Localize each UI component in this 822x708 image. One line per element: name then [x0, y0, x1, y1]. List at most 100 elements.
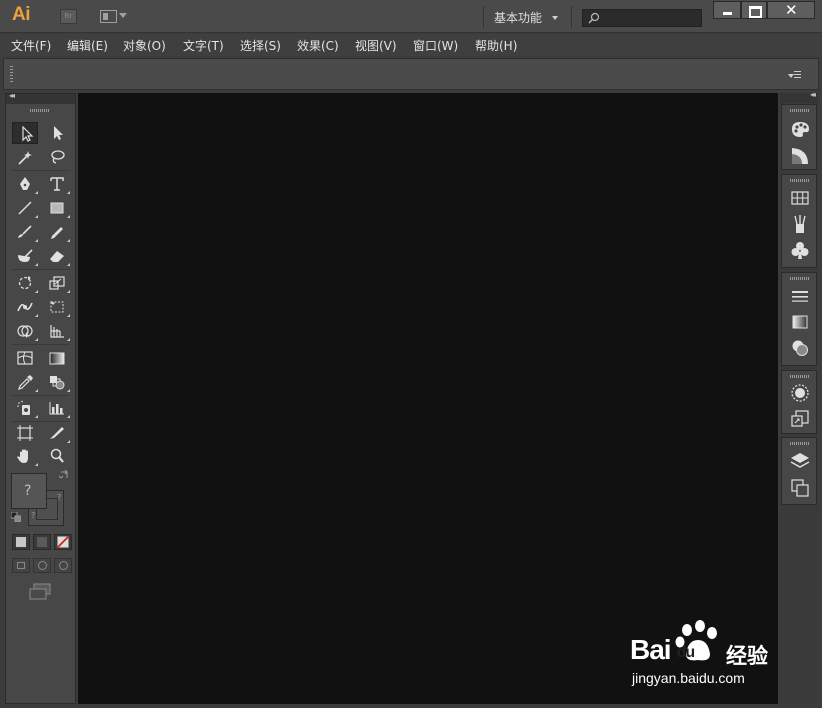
- swap-arrows-icon[interactable]: [59, 470, 69, 480]
- blend-tool[interactable]: [44, 371, 70, 393]
- artboards-panel-button[interactable]: [789, 477, 811, 499]
- workspace-switcher[interactable]: 基本功能: [494, 9, 542, 26]
- rotate-tool[interactable]: [12, 272, 38, 294]
- brushes-panel-button[interactable]: [789, 213, 811, 235]
- width-tool[interactable]: [12, 296, 38, 318]
- line-tool[interactable]: [12, 197, 38, 219]
- width-icon: [17, 302, 33, 312]
- menu-object[interactable]: 对象(O): [123, 37, 166, 54]
- menu-type[interactable]: 文字(T): [183, 37, 224, 54]
- color-guide-icon: [792, 148, 808, 164]
- none-mode-button[interactable]: [54, 534, 72, 550]
- shape-builder-tool[interactable]: [12, 320, 38, 342]
- free-transform-icon: [50, 301, 64, 313]
- slice-tool[interactable]: [44, 422, 70, 444]
- mesh-icon: [17, 351, 33, 365]
- pencil-tool[interactable]: [44, 221, 70, 243]
- fill-swatch[interactable]: ?: [11, 473, 47, 509]
- collapse-bar[interactable]: ◂◂: [6, 91, 75, 104]
- menu-select[interactable]: 选择(S): [240, 37, 281, 54]
- divider: [12, 269, 70, 270]
- transparency-panel-button[interactable]: [789, 337, 811, 359]
- menu-bar: 文件(F) 编辑(E) 对象(O) 文字(T) 选择(S) 效果(C) 视图(V…: [0, 34, 822, 56]
- symbols-panel-button[interactable]: [789, 239, 811, 261]
- menu-window[interactable]: 窗口(W): [413, 37, 458, 54]
- graphic-styles-panel-button[interactable]: [789, 408, 811, 430]
- mesh-tool[interactable]: [12, 347, 38, 369]
- eraser-tool[interactable]: [44, 245, 70, 267]
- rectangle-tool[interactable]: [44, 197, 70, 219]
- eyedropper-tool[interactable]: [12, 371, 38, 393]
- zoom-tool[interactable]: [44, 445, 70, 467]
- column-graph-icon: [49, 402, 64, 415]
- pencil-icon: [51, 227, 63, 239]
- magic-wand-tool[interactable]: [12, 146, 38, 168]
- grip-handle[interactable]: [10, 66, 13, 84]
- minimize-button[interactable]: [713, 1, 741, 19]
- default-colors-icon[interactable]: [11, 512, 21, 522]
- grip-handle[interactable]: [790, 375, 810, 378]
- document-canvas[interactable]: [78, 93, 778, 704]
- gradient-mode-button[interactable]: [33, 534, 51, 550]
- color-guide-panel-button[interactable]: [789, 145, 811, 167]
- gradient-tool[interactable]: [44, 347, 70, 369]
- grip-handle[interactable]: [790, 179, 810, 182]
- hand-tool[interactable]: [12, 445, 38, 467]
- appearance-panel-button[interactable]: [789, 382, 811, 404]
- menu-help[interactable]: 帮助(H): [475, 37, 517, 54]
- direct-selection-tool[interactable]: [44, 122, 70, 144]
- grip-handle[interactable]: [30, 109, 50, 112]
- swatches-panel-button[interactable]: [789, 187, 811, 209]
- draw-normal-button[interactable]: [12, 558, 30, 573]
- screen-mode-icon[interactable]: [28, 583, 52, 601]
- menu-edit[interactable]: 编辑(E): [67, 37, 108, 54]
- close-button[interactable]: ✕: [767, 1, 815, 19]
- chevron-down-icon[interactable]: [552, 16, 558, 20]
- collapse-bar[interactable]: ◂◂: [780, 90, 818, 103]
- color-panel-button[interactable]: [789, 118, 811, 140]
- maximize-button[interactable]: [741, 1, 767, 19]
- stroke-lines-icon: [792, 291, 808, 302]
- perspective-grid-tool[interactable]: [44, 320, 70, 342]
- draw-behind-button[interactable]: [33, 558, 51, 573]
- line-segment-icon: [18, 201, 32, 215]
- lasso-icon: [51, 150, 65, 164]
- paintbrush-tool[interactable]: [12, 221, 38, 243]
- panel-group-layers: [781, 437, 817, 505]
- brushes-icon: [794, 215, 806, 233]
- type-tool[interactable]: [44, 173, 70, 195]
- watermark-cn: 经验: [726, 644, 768, 668]
- scale-tool[interactable]: [44, 272, 70, 294]
- bridge-button[interactable]: Br: [60, 9, 77, 24]
- free-transform-tool[interactable]: [44, 296, 70, 318]
- lasso-tool[interactable]: [44, 146, 70, 168]
- grip-handle[interactable]: [790, 277, 810, 280]
- search-input[interactable]: [582, 9, 702, 27]
- grip-handle[interactable]: [790, 109, 810, 112]
- selection-tool[interactable]: [12, 122, 38, 144]
- menu-view[interactable]: 视图(V): [355, 37, 397, 54]
- gradient-square-icon: [792, 315, 808, 329]
- solid-color-icon: [16, 537, 26, 547]
- column-graph-tool[interactable]: [44, 397, 70, 419]
- pen-tool[interactable]: [12, 173, 38, 195]
- panel-group-color: [781, 104, 817, 170]
- panel-menu-button[interactable]: [788, 71, 802, 81]
- divider: [571, 6, 572, 28]
- blob-brush-tool[interactable]: [12, 245, 38, 267]
- symbol-sprayer-tool[interactable]: [12, 397, 38, 419]
- grip-handle[interactable]: [790, 442, 810, 445]
- artboard-tool[interactable]: [12, 422, 38, 444]
- paintbrush-icon: [18, 225, 32, 238]
- menu-effect[interactable]: 效果(C): [297, 37, 339, 54]
- gradient-icon: [49, 352, 65, 365]
- club-symbol-icon: [791, 242, 809, 259]
- draw-inside-button[interactable]: [54, 558, 72, 573]
- menu-file[interactable]: 文件(F): [11, 37, 51, 54]
- color-mode-button[interactable]: [12, 534, 30, 550]
- stroke-panel-button[interactable]: [789, 285, 811, 307]
- arrange-documents-button[interactable]: [100, 10, 130, 24]
- gradient-panel-button[interactable]: [789, 311, 811, 333]
- search-icon: [588, 12, 600, 24]
- layers-panel-button[interactable]: [789, 450, 811, 472]
